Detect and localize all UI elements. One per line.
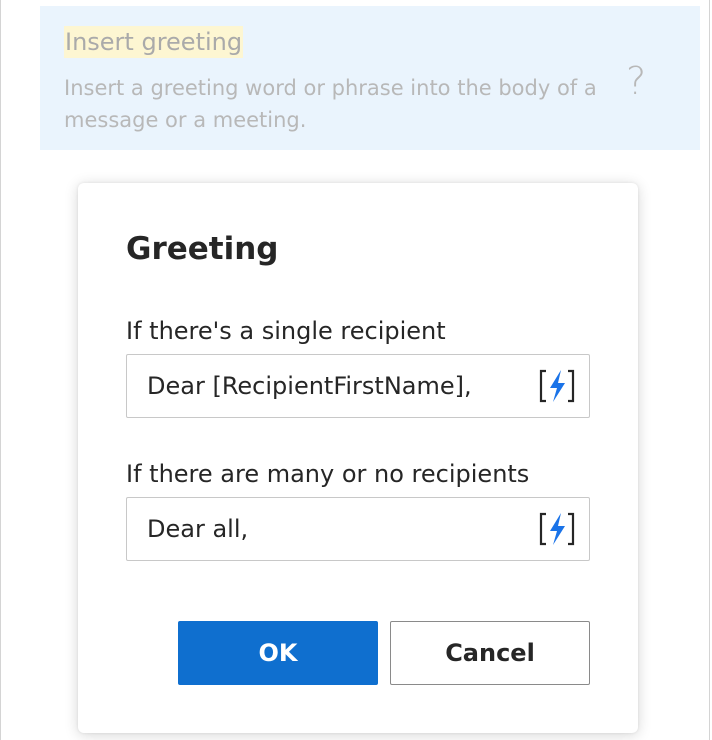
help-icon[interactable]: ? xyxy=(626,58,646,104)
single-recipient-label: If there's a single recipient xyxy=(126,317,446,345)
dialog-title: Greeting xyxy=(126,231,279,267)
greeting-dialog: Greeting If there's a single recipient D… xyxy=(78,183,638,733)
cancel-button[interactable]: Cancel xyxy=(390,621,590,685)
action-info-panel[interactable]: Insert greeting Insert a greeting word o… xyxy=(40,6,700,150)
insert-placeholder-bolt-icon[interactable] xyxy=(537,368,577,404)
action-description: Insert a greeting word or phrase into th… xyxy=(64,76,597,132)
many-recipients-value: Dear all, xyxy=(147,515,249,543)
ok-button[interactable]: OK xyxy=(178,621,378,685)
many-recipients-label: If there are many or no recipients xyxy=(126,460,530,488)
many-recipients-input[interactable]: Dear all, xyxy=(126,497,590,561)
action-title: Insert greeting xyxy=(64,26,244,58)
single-recipient-value: Dear [RecipientFirstName], xyxy=(147,372,472,400)
app-frame: Insert greeting Insert a greeting word o… xyxy=(0,0,710,740)
single-recipient-input[interactable]: Dear [RecipientFirstName], xyxy=(126,354,590,418)
insert-placeholder-bolt-icon[interactable] xyxy=(537,511,577,547)
